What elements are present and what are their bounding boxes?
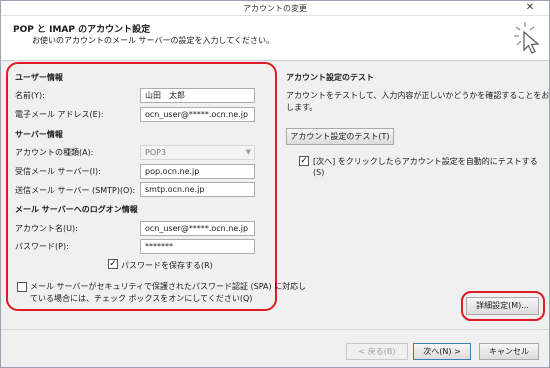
close-button[interactable]: ✕ xyxy=(519,1,541,14)
test-account-settings-button[interactable]: アカウント設定のテスト(T) xyxy=(286,128,394,145)
save-password-label: パスワードを保存する(R) xyxy=(121,261,213,270)
server-info-section-title: サーバー情報 xyxy=(15,130,63,139)
window-title: アカウントの変更 xyxy=(243,4,307,13)
save-password-checkbox[interactable]: ✓ xyxy=(108,259,118,269)
spa-checkbox[interactable] xyxy=(17,282,27,292)
incoming-server-label: 受信メール サーバー(I): xyxy=(15,167,101,176)
name-label: 名前(Y): xyxy=(15,91,45,100)
auto-test-label-line2: (S) xyxy=(313,168,325,177)
cancel-button[interactable]: キャンセル xyxy=(479,343,539,360)
test-section-title: アカウント設定のテスト xyxy=(286,73,374,82)
account-type-label: アカウントの種類(A): xyxy=(15,148,94,157)
email-field[interactable]: ocn_user@*****.ocn.ne.jp xyxy=(140,107,255,122)
password-field[interactable]: ******* xyxy=(140,239,255,254)
account-name-field[interactable]: ocn_user@*****.ocn.ne.jp xyxy=(140,221,255,236)
page-subtitle: お使いのアカウントのメール サーバーの設定を入力してください。 xyxy=(32,36,274,45)
back-button[interactable]: < 戻る(B) xyxy=(346,343,408,360)
account-settings-dialog: アカウントの変更 ✕ POP と IMAP のアカウント設定 お使いのアカウント… xyxy=(0,0,550,368)
test-description-line1: アカウントをテストして、入力内容が正しいかどうかを確認することをお勧め xyxy=(286,91,550,100)
header-panel: POP と IMAP のアカウント設定 お使いのアカウントのメール サーバーの設… xyxy=(1,16,549,61)
auto-test-checkbox[interactable]: ✓ xyxy=(299,156,309,166)
password-label: パスワード(P): xyxy=(15,242,69,251)
email-label: 電子メール アドレス(E): xyxy=(15,110,104,119)
user-info-section-title: ユーザー情報 xyxy=(15,73,63,82)
page-title: POP と IMAP のアカウント設定 xyxy=(13,25,151,35)
spa-label-line1: メール サーバーがセキュリティで保護されたパスワード認証 (SPA) に対応し xyxy=(30,282,307,291)
title-bar: アカウントの変更 ✕ xyxy=(1,1,549,16)
account-name-label: アカウント名(U): xyxy=(15,224,78,233)
cursor-click-icon xyxy=(514,22,540,54)
account-type-value: POP3 xyxy=(145,148,167,157)
auto-test-label-line1: [次へ] をクリックしたらアカウント設定を自動的にテストする xyxy=(313,157,538,166)
outgoing-server-label: 送信メール サーバー (SMTP)(O): xyxy=(15,186,136,195)
next-button[interactable]: 次へ(N) > xyxy=(413,343,471,360)
footer-divider xyxy=(1,329,549,330)
chevron-down-icon: ▼ xyxy=(245,148,251,156)
test-description-line2: します。 xyxy=(286,103,318,112)
logon-info-section-title: メール サーバーへのログオン情報 xyxy=(15,205,138,214)
account-type-select: POP3 ▼ xyxy=(140,145,255,160)
spa-label-line2: ている場合には、チェック ボックスをオンにしてください(Q) xyxy=(30,294,253,303)
name-field[interactable]: 山田 太郎 xyxy=(140,88,255,103)
advanced-settings-button[interactable]: 詳細設定(M)... xyxy=(466,297,539,315)
incoming-server-field[interactable]: pop.ocn.ne.jp xyxy=(140,164,255,179)
outgoing-server-field[interactable]: smtp.ocn.ne.jp xyxy=(140,182,255,197)
